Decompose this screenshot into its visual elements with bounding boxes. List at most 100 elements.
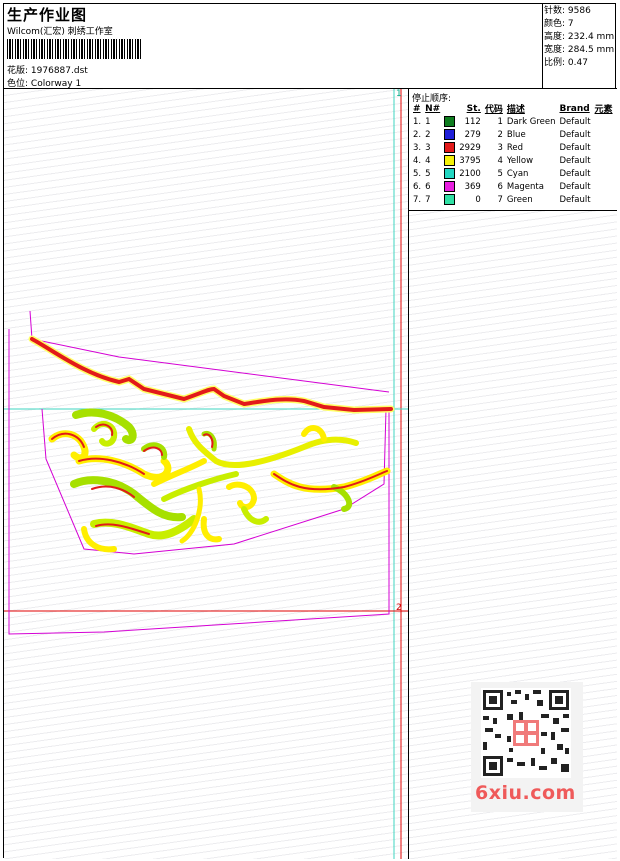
table-header: # N# St. 代码 描述 Brand 元素 xyxy=(411,102,615,116)
colorway-value: Colorway 1 xyxy=(30,79,82,89)
table-row: 3. 3 2929 3 Red Default xyxy=(411,141,615,154)
scroll-17 xyxy=(241,506,269,525)
row-desc: Blue xyxy=(506,129,526,140)
row-desc: Red xyxy=(506,142,524,153)
color-swatch-icon xyxy=(444,194,456,205)
stat-label: 颜色: xyxy=(544,19,566,29)
production-sheet: 生产作业图 Wilcom(汇宏) 刺绣工作室 花版: 1976887.dst 色… xyxy=(3,3,617,859)
row-brand: Default xyxy=(559,116,591,127)
design-preview: 2 1 xyxy=(4,89,409,859)
stat-value: 7 xyxy=(567,19,574,29)
col-desc: 描述 xyxy=(506,105,525,115)
row-swatch xyxy=(442,154,457,167)
barcode xyxy=(7,39,141,59)
row-code: 5 xyxy=(497,168,503,179)
stat-label: 针数: xyxy=(544,6,566,16)
row-element xyxy=(593,167,615,180)
row-n: 3 xyxy=(425,142,431,153)
col-element: 元素 xyxy=(594,105,613,115)
sheet-title: 生产作业图 xyxy=(7,6,88,24)
row-desc: Magenta xyxy=(506,181,544,192)
table-row: 1. 1 112 1 Dark Green Default xyxy=(411,115,615,128)
row-code: 1 xyxy=(497,116,503,127)
outline-upper xyxy=(29,310,390,393)
row-brand: Default xyxy=(559,155,591,166)
table-row: 2. 2 279 2 Blue Default xyxy=(411,128,615,141)
color-swatch-icon xyxy=(444,116,456,127)
row-stitches: 369 xyxy=(464,181,481,192)
table-row: 6. 6 369 6 Magenta Default xyxy=(411,180,615,193)
color-swatch-icon xyxy=(444,168,456,179)
row-brand: Default xyxy=(559,194,591,205)
scroll-4 xyxy=(75,455,172,481)
row-swatch xyxy=(442,167,457,180)
sequence-panel: 停止顺序: # N# St. 代码 描述 Brand 元素 1. 1 112 1 Dar… xyxy=(409,89,617,859)
color-swatch-icon xyxy=(444,155,456,166)
row-stitches: 2929 xyxy=(459,142,481,153)
stat-label: 比例: xyxy=(544,58,566,68)
row-element xyxy=(593,193,615,206)
stat-value: 0.47 xyxy=(567,58,588,68)
col-swatch xyxy=(442,102,457,115)
row-brand: Default xyxy=(559,129,591,140)
row-stitches: 3795 xyxy=(459,155,481,166)
sequence-table: # N# St. 代码 描述 Brand 元素 1. 1 112 1 Dark Gree… xyxy=(411,102,615,206)
row-swatch xyxy=(442,193,457,206)
accent-7 xyxy=(143,446,163,456)
design-file-row: 花版: 1976887.dst xyxy=(7,63,88,76)
row-element xyxy=(593,154,615,167)
row-desc: Cyan xyxy=(506,168,529,179)
scroll-12 xyxy=(270,467,391,493)
table-row: 5. 5 2100 5 Cyan Default xyxy=(411,167,615,180)
scroll-13 xyxy=(331,484,353,512)
row-stitches: 279 xyxy=(464,129,481,140)
table-row: 4. 4 3795 4 Yellow Default xyxy=(411,154,615,167)
row-element xyxy=(593,115,615,128)
stat-width: 宽度: 284.5 mm xyxy=(544,44,617,57)
row-index: 7. xyxy=(413,194,422,205)
studio-name: Wilcom(汇宏) 刺绣工作室 xyxy=(7,27,113,37)
scroll-7 xyxy=(301,425,327,442)
color-swatch-icon xyxy=(444,129,456,140)
stat-value: 284.5 mm xyxy=(567,45,615,55)
col-index: # xyxy=(413,103,421,114)
stat-colors: 颜色: 7 xyxy=(544,18,617,31)
scroll-11 xyxy=(226,481,258,511)
watermark: 6xiu.com xyxy=(471,682,583,812)
scroll-9 xyxy=(151,458,207,487)
stat-label: 宽度: xyxy=(544,45,566,55)
row-brand: Default xyxy=(559,142,591,153)
col-n: N# xyxy=(425,103,441,114)
row-n: 4 xyxy=(425,155,431,166)
row-code: 6 xyxy=(497,181,503,192)
stats-panel: 针数: 9586 颜色: 7 高度: 232.4 mm 宽度: 284.5 mm… xyxy=(543,4,617,89)
color-swatch-icon xyxy=(444,181,456,192)
row-swatch xyxy=(442,128,457,141)
watermark-text: 6xiu.com xyxy=(475,782,576,804)
row-stitches: 2100 xyxy=(459,168,481,179)
scroll-15 xyxy=(81,526,117,553)
row-desc: Dark Green xyxy=(506,116,556,127)
row-element xyxy=(593,180,615,193)
stat-stitches: 针数: 9586 xyxy=(544,5,617,18)
row-index: 5. xyxy=(413,168,422,179)
row-n: 7 xyxy=(425,194,431,205)
guide-number-1: 1 xyxy=(396,89,402,99)
row-stitches: 112 xyxy=(464,116,481,127)
row-index: 4. xyxy=(413,155,422,166)
row-code: 2 xyxy=(497,129,503,140)
row-swatch xyxy=(442,180,457,193)
stat-value: 9586 xyxy=(567,6,591,16)
embroidery-drawing xyxy=(4,89,408,859)
col-stitches: St. xyxy=(466,103,481,114)
row-swatch xyxy=(442,141,457,154)
colorway-label: 色位: xyxy=(7,79,29,89)
design-file: 1976887.dst xyxy=(30,66,88,76)
row-code: 3 xyxy=(497,142,503,153)
row-index: 3. xyxy=(413,142,422,153)
row-n: 5 xyxy=(425,168,431,179)
row-n: 1 xyxy=(425,116,431,127)
row-element xyxy=(593,141,615,154)
row-brand: Default xyxy=(559,168,591,179)
row-desc: Green xyxy=(506,194,533,205)
